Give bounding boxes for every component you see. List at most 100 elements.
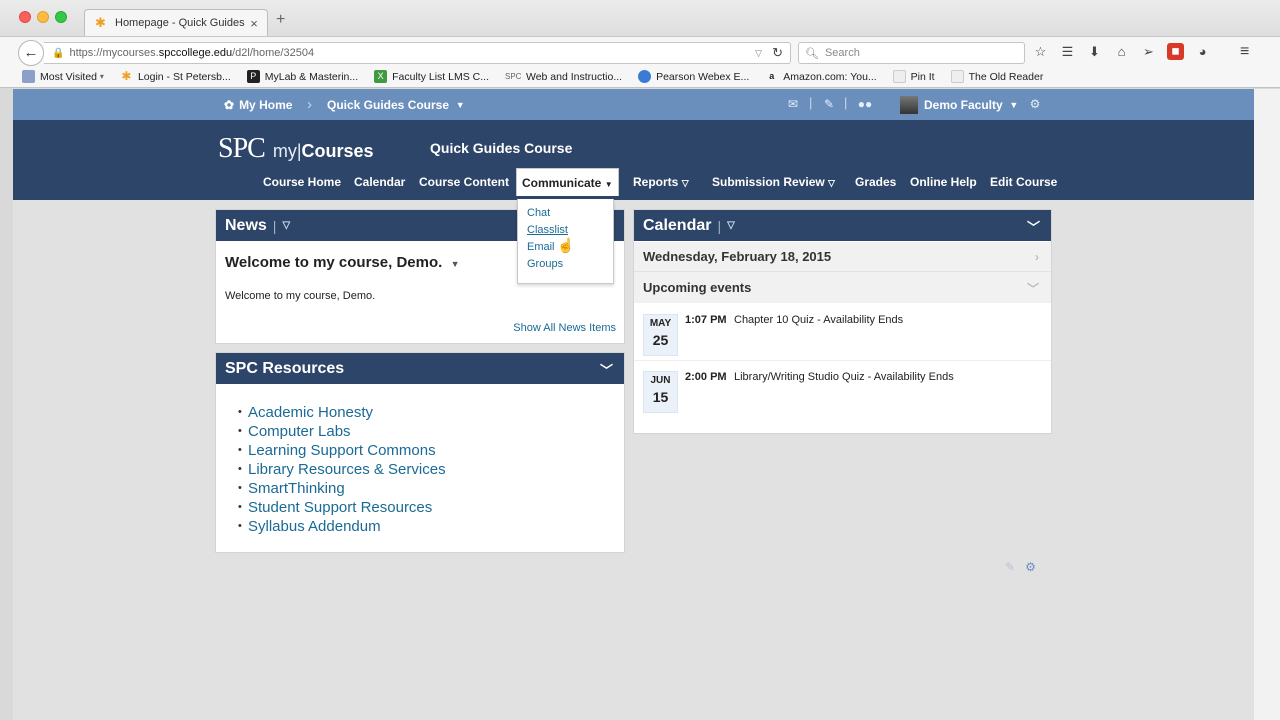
bookmark-label: Most Visited <box>40 70 97 83</box>
resources-widget: SPC Resources ﹀ Academic Honesty Compute… <box>215 352 625 553</box>
hamburger-menu-icon[interactable]: ≡ <box>1240 43 1249 61</box>
resource-link[interactable]: SmartThinking <box>238 479 446 498</box>
resource-link[interactable]: Computer Labs <box>238 422 446 441</box>
bookmark-pearson-webex[interactable]: Pearson Webex E... <box>638 70 749 83</box>
page-edit-tools: ✎ ⚙ <box>1005 560 1036 574</box>
menu-item-groups[interactable]: Groups <box>527 258 563 270</box>
browser-titlebar: ✱ Homepage - Quick Guides ... × + <box>0 0 1280 40</box>
menu-item-chat[interactable]: Chat <box>527 207 550 219</box>
folder-icon <box>22 70 35 83</box>
bookmark-old-reader[interactable]: The Old Reader <box>950 70 1043 83</box>
nav-reports[interactable]: Reports ▽ <box>633 175 689 189</box>
alerts-icon[interactable]: ●● <box>855 97 875 111</box>
hand-cursor-icon: ☝ <box>557 237 575 253</box>
bookmark-pin-it[interactable]: Pin It <box>892 70 935 83</box>
extension-icon[interactable]: ◼ <box>1167 43 1184 60</box>
resource-link[interactable]: Library Resources & Services <box>238 460 446 479</box>
bookmark-faculty-list[interactable]: X Faculty List LMS C... <box>374 70 489 83</box>
collapse-chevron-icon[interactable]: ﹀ <box>600 360 613 379</box>
nav-grades[interactable]: Grades <box>855 175 896 189</box>
user-menu[interactable]: Demo Faculty ▼ <box>900 89 1018 120</box>
divider: | <box>844 95 848 110</box>
zoom-window-button[interactable] <box>55 11 67 23</box>
lock-icon: 🔒 <box>52 47 65 59</box>
search-placeholder: Search <box>824 47 860 59</box>
collapse-chevron-icon[interactable]: ﹀ <box>1027 217 1040 236</box>
resource-link[interactable]: Syllabus Addendum <box>238 517 446 536</box>
calendar-event[interactable]: MAY 25 1:07 PM Chapter 10 Quiz - Availab… <box>634 304 1051 361</box>
course-header: SPC my| Courses Quick Guides Course Cour… <box>13 120 1254 200</box>
upcoming-events-label: Upcoming events <box>643 280 752 295</box>
event-date-badge: MAY 25 <box>643 314 678 356</box>
nav-calendar[interactable]: Calendar <box>354 175 405 189</box>
browser-tab[interactable]: ✱ Homepage - Quick Guides ... × <box>84 9 268 36</box>
new-tab-button[interactable]: + <box>276 11 285 29</box>
flower-icon: ✿ <box>224 97 235 112</box>
bookmark-mylab[interactable]: P MyLab & Masterin... <box>246 70 359 83</box>
event-date-badge: JUN 15 <box>643 371 678 413</box>
chevron-right-icon[interactable]: › <box>1035 250 1039 264</box>
resource-link[interactable]: Student Support Resources <box>238 498 446 517</box>
chevron-down-icon[interactable]: ﹀ <box>1027 280 1039 297</box>
resource-link[interactable]: Learning Support Commons <box>238 441 446 460</box>
event-month: MAY <box>649 318 672 329</box>
upcoming-events-header[interactable]: Upcoming events ﹀ <box>634 272 1051 303</box>
news-item-menu-icon[interactable]: ▼ <box>451 259 460 269</box>
course-title: Quick Guides Course <box>430 140 573 156</box>
news-menu-icon[interactable]: ▽ <box>282 220 290 231</box>
reading-list-icon[interactable]: ☰ <box>1059 43 1076 60</box>
nav-course-home[interactable]: Course Home <box>263 175 341 189</box>
url-bar[interactable]: 🔒 https://mycourses.spccollege.edu/d2l/h… <box>44 42 791 64</box>
nav-edit-course[interactable]: Edit Course <box>990 175 1057 189</box>
subscriptions-icon[interactable]: ✎ <box>821 97 837 111</box>
back-button[interactable]: ← <box>18 40 44 66</box>
nav-submission-review[interactable]: Submission Review ▽ <box>712 175 835 189</box>
calendar-menu-icon[interactable]: ▽ <box>727 220 735 231</box>
page-content: ✿ My Home › Quick Guides Course ▼ ✉ | ✎ |… <box>13 89 1254 720</box>
star-icon[interactable]: ☆ <box>1032 43 1049 60</box>
bookmark-amazon[interactable]: a Amazon.com: You... <box>765 70 876 83</box>
history-icon[interactable]: ◕ <box>1194 43 1211 60</box>
reload-icon[interactable]: ↻ <box>772 45 783 61</box>
menu-item-classlist[interactable]: Classlist <box>527 224 568 236</box>
chevron-right-icon: › <box>307 96 312 113</box>
search-bar[interactable]: 🔍︎ Search <box>798 42 1025 64</box>
url-dropdown-icon[interactable]: ▽ <box>755 48 762 59</box>
send-icon[interactable]: ➢ <box>1140 43 1157 60</box>
nav-course-content[interactable]: Course Content <box>419 175 509 189</box>
close-tab-icon[interactable]: × <box>247 16 261 31</box>
url-text[interactable]: https://mycourses.spccollege.edu/d2l/hom… <box>69 47 755 59</box>
resources-title: SPC Resources <box>225 359 345 377</box>
settings-gear-icon[interactable]: ⚙ <box>1025 560 1036 574</box>
nav-communicate[interactable]: Communicate ▼ <box>516 168 619 196</box>
calendar-current-date[interactable]: Wednesday, February 18, 2015 › <box>634 242 1051 272</box>
event-title[interactable]: Chapter 10 Quiz - Availability Ends <box>734 314 903 326</box>
menu-item-email[interactable]: Email <box>527 241 555 253</box>
bookmark-login[interactable]: ✱ Login - St Petersb... <box>120 70 231 83</box>
message-icon[interactable]: ✉ <box>785 97 801 111</box>
spc-mycourses-logo[interactable]: SPC my| Courses <box>218 133 374 165</box>
bookmark-label: Login - St Petersb... <box>137 70 231 83</box>
bookmark-web-instruction[interactable]: SPC Web and Instructio... <box>505 70 622 83</box>
news-item-title-text: Welcome to my course, Demo. <box>225 254 443 271</box>
close-window-button[interactable] <box>19 11 31 23</box>
url-domain: spccollege.edu <box>158 47 233 59</box>
course-selector[interactable]: Quick Guides Course ▼ <box>327 89 465 120</box>
event-day: 25 <box>652 332 669 348</box>
my-home-link[interactable]: ✿ My Home <box>224 89 292 120</box>
nav-online-help[interactable]: Online Help <box>910 175 977 189</box>
bookmark-label: MyLab & Masterin... <box>264 70 359 83</box>
resource-link[interactable]: Academic Honesty <box>238 403 446 422</box>
minimize-window-button[interactable] <box>37 11 49 23</box>
event-title[interactable]: Library/Writing Studio Quiz - Availabili… <box>734 371 954 383</box>
bookmark-most-visited[interactable]: Most Visited ▾ <box>22 70 104 83</box>
calendar-event[interactable]: JUN 15 2:00 PM Library/Writing Studio Qu… <box>634 361 1051 418</box>
caret-down-icon: ▼ <box>1009 99 1019 110</box>
pencil-icon[interactable]: ✎ <box>1005 560 1015 574</box>
download-icon[interactable]: ⬇ <box>1086 43 1103 60</box>
news-item-body: Welcome to my course, Demo. <box>225 290 376 302</box>
home-icon[interactable]: ⌂ <box>1113 43 1130 60</box>
settings-gear-icon[interactable]: ⚙ <box>1027 97 1043 111</box>
show-all-news-link[interactable]: Show All News Items <box>513 322 616 334</box>
calendar-widget-header: Calendar | ▽ ﹀ <box>634 210 1051 241</box>
